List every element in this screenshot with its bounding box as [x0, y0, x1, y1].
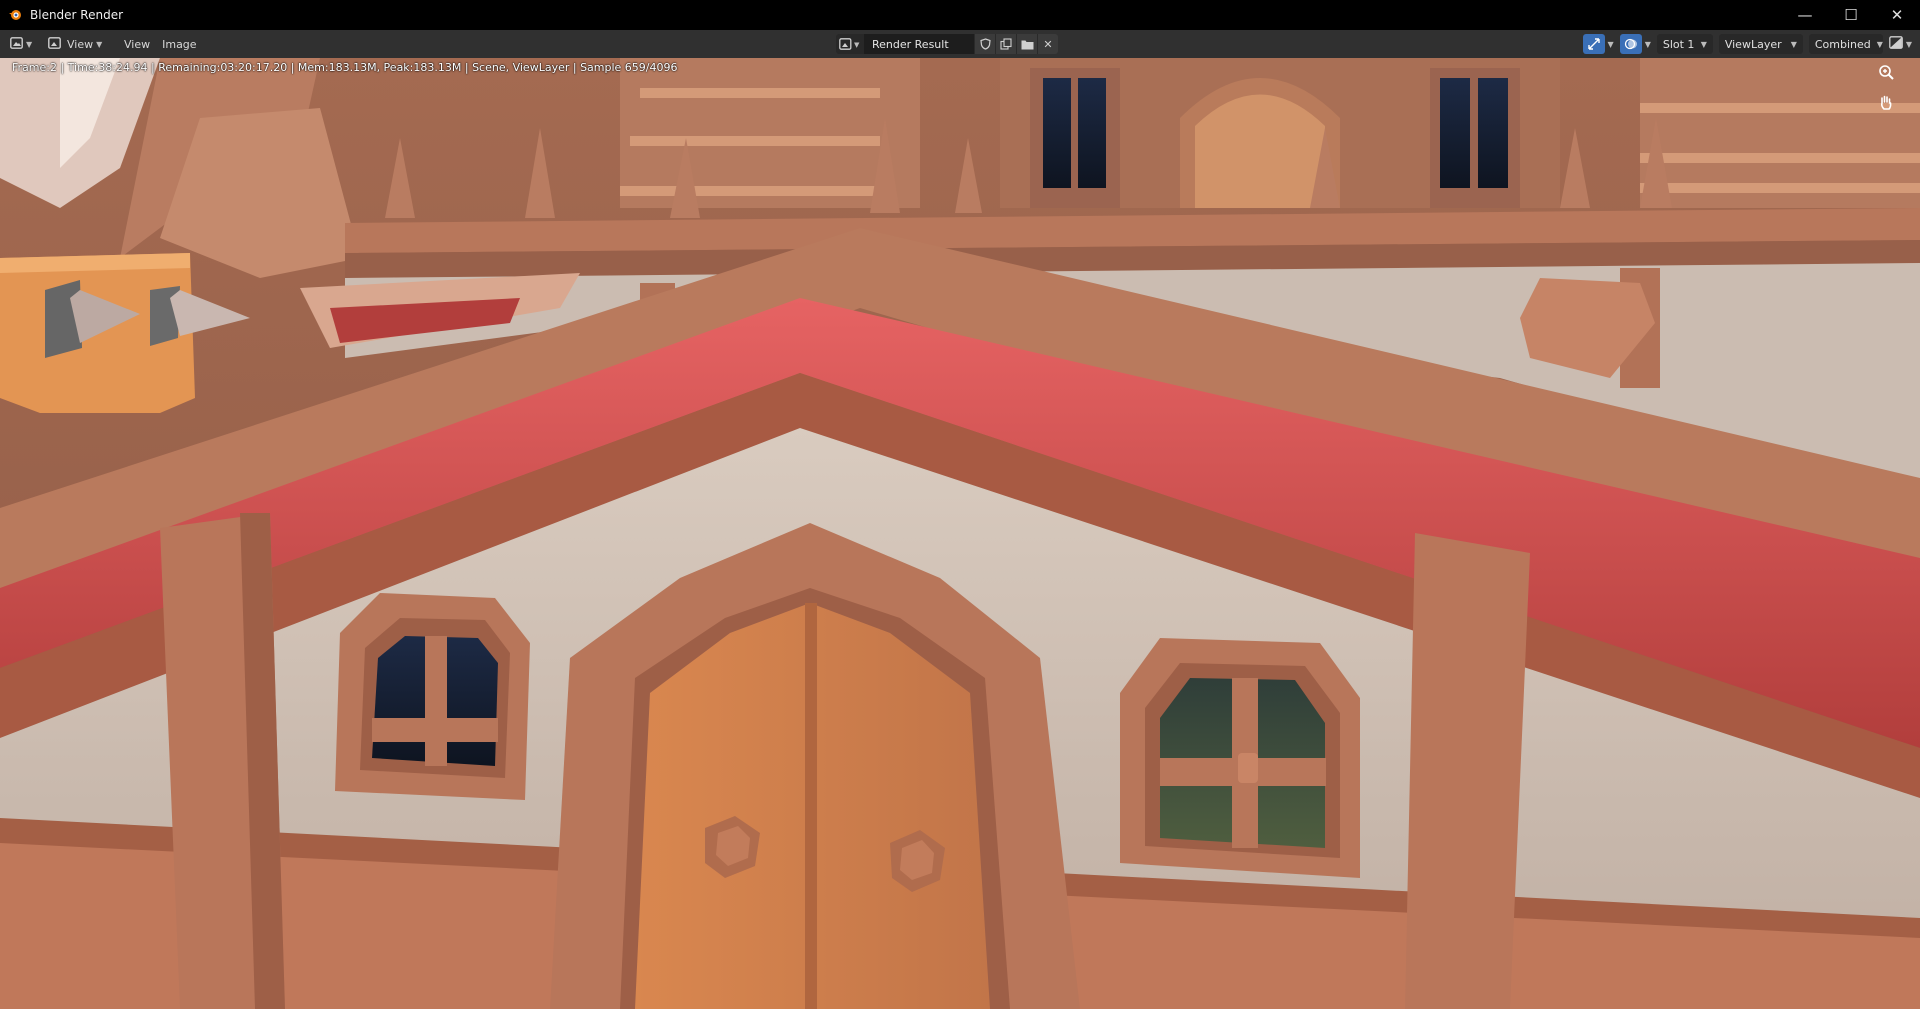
gizmo-icon[interactable] [1582, 34, 1605, 54]
open-folder-icon[interactable] [1016, 34, 1037, 54]
render-pass-dropdown[interactable]: Combined ▼ [1808, 34, 1883, 54]
overlay-toggle[interactable]: ▼ [1619, 34, 1651, 54]
slot-label: Slot 1 [1662, 37, 1695, 51]
header-menus: View Image [118, 34, 203, 54]
pan-hand-icon[interactable] [1878, 94, 1906, 122]
chevron-down-icon: ▼ [96, 39, 103, 49]
render-image [0, 58, 1920, 1009]
window-title: Blender Render [30, 8, 124, 22]
chevron-down-icon: ▼ [26, 39, 33, 49]
render-status-text: Frame:2 | Time:38:24.94 | Remaining:03:2… [12, 61, 678, 74]
duplicate-icon[interactable] [995, 34, 1016, 54]
display-channels-dropdown[interactable]: ▼ [1888, 36, 1912, 52]
chevron-down-icon: ▼ [1790, 39, 1797, 49]
image-datablock-selector: ▼ Render Result ✕ [836, 34, 1058, 54]
view-mode-dropdown[interactable]: View ▼ [48, 34, 102, 54]
image-browse-icon[interactable]: ▼ [836, 34, 864, 54]
gizmo-toggle[interactable]: ▼ [1582, 34, 1614, 54]
blender-logo-icon [0, 0, 30, 30]
display-channels-icon [1888, 36, 1903, 52]
view-mode-icon [48, 36, 61, 52]
minimize-button[interactable]: — [1782, 0, 1828, 30]
render-pass-label: Combined [1814, 37, 1871, 51]
title-bar: Blender Render — ☐ ✕ [0, 0, 1920, 30]
zoom-icon[interactable] [1878, 64, 1906, 92]
maximize-button[interactable]: ☐ [1828, 0, 1874, 30]
view-mode-label: View [67, 37, 94, 51]
close-window-button[interactable]: ✕ [1874, 0, 1920, 30]
editor-type-selector[interactable]: ▼ [10, 34, 40, 54]
image-editor-header: ▼ View ▼ View Image ▼ Render Result ✕ ▼ … [0, 30, 1920, 59]
svg-text:▼: ▼ [854, 41, 860, 49]
slot-dropdown[interactable]: Slot 1 ▼ [1656, 34, 1713, 54]
menu-view[interactable]: View [118, 34, 156, 54]
shield-icon[interactable] [974, 34, 995, 54]
close-icon[interactable]: ✕ [1037, 34, 1058, 54]
overlay-icon[interactable] [1619, 34, 1642, 54]
view-layer-label: ViewLayer [1724, 37, 1782, 51]
image-editor-icon [10, 36, 23, 52]
chevron-down-icon: ▼ [1876, 39, 1883, 49]
chevron-down-icon: ▼ [1700, 39, 1707, 49]
image-name-field[interactable]: Render Result [864, 34, 974, 54]
chevron-down-icon: ▼ [1644, 39, 1651, 49]
view-layer-dropdown[interactable]: ViewLayer ▼ [1718, 34, 1803, 54]
menu-image[interactable]: Image [156, 34, 202, 54]
chevron-down-icon: ▼ [1905, 39, 1912, 49]
window-controls: — ☐ ✕ [1782, 0, 1920, 30]
header-right-controls: ▼ ▼ Slot 1 ▼ ViewLayer ▼ Combined ▼ ▼ [1582, 34, 1912, 54]
chevron-down-icon: ▼ [1607, 39, 1614, 49]
render-viewport[interactable]: Frame:2 | Time:38:24.94 | Remaining:03:2… [0, 58, 1920, 1009]
